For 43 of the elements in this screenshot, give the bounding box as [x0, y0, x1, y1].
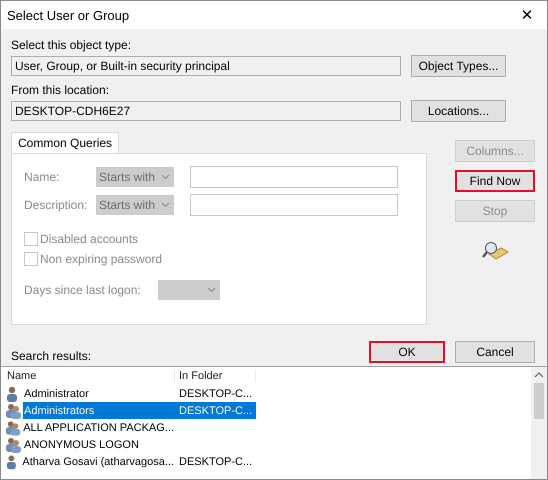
dialog-button[interactable]: Find Now: [455, 170, 535, 192]
chevron-down-icon: [161, 174, 170, 180]
scroll-up-icon[interactable]: [534, 371, 544, 379]
scrollbar-thumb[interactable]: [534, 383, 544, 419]
input-field[interactable]: [190, 166, 398, 188]
users-icon: [5, 436, 22, 452]
folder-cell-text: DESKTOP-C...: [178, 386, 254, 402]
folder-cell-text: DESKTOP-C...: [178, 454, 254, 470]
tab[interactable]: Common Queries: [11, 132, 120, 153]
dialog-button[interactable]: Object Types...: [411, 55, 506, 77]
scrollbar[interactable]: [531, 367, 547, 479]
checkbox[interactable]: [24, 252, 38, 266]
chevron-down-icon: [207, 287, 216, 293]
search-icon: [481, 240, 509, 262]
name-cell[interactable]: Atharva Gosavi (atharvagosa...: [21, 453, 175, 470]
name-cell[interactable]: Administrator: [23, 385, 90, 402]
input-field[interactable]: [190, 194, 398, 216]
column-header[interactable]: In Folder: [175, 370, 256, 382]
dialog-button[interactable]: Cancel: [455, 341, 535, 363]
query-label: Name:: [24, 170, 60, 184]
close-button[interactable]: ✕: [507, 1, 547, 29]
users-icon: [5, 402, 22, 418]
query-label: Days since last logon:: [24, 283, 142, 297]
name-cell[interactable]: ANONYMOUS LOGON: [23, 436, 140, 453]
window-title: Select User or Group: [7, 8, 130, 22]
days-dropdown[interactable]: [158, 280, 220, 300]
name-cell[interactable]: Administrators: [23, 402, 175, 419]
read-only-field: User, Group, or Built-in security principal: [11, 56, 401, 76]
dialog-button[interactable]: OK: [369, 341, 445, 363]
users-icon: [5, 420, 22, 436]
read-only-field: DESKTOP-CDH6E27: [11, 101, 401, 121]
dialog-button[interactable]: Locations...: [411, 100, 506, 122]
checkbox-label: Disabled accounts: [40, 232, 138, 246]
field-label: From this location:: [11, 83, 110, 97]
query-label: Description:: [24, 198, 88, 212]
field-label: Select this object type:: [11, 38, 132, 52]
search-results-label: Search results:: [11, 349, 92, 363]
name-cell[interactable]: ALL APPLICATION PACKAG...: [22, 419, 175, 436]
column-header[interactable]: Name: [5, 370, 175, 382]
checkbox[interactable]: [24, 232, 38, 246]
checkbox-label: Non expiring password: [40, 252, 162, 266]
chevron-down-icon: [161, 202, 170, 208]
folder-cell: DESKTOP-C...: [175, 402, 256, 419]
